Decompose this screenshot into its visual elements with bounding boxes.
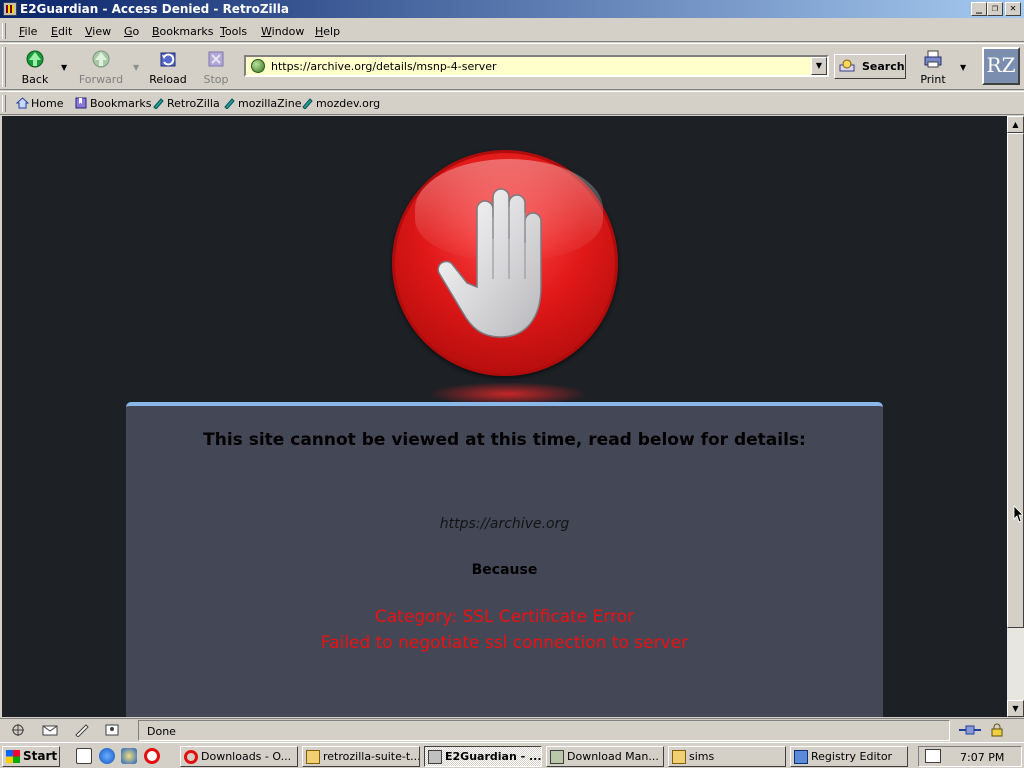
windows-logo-icon <box>6 750 20 763</box>
menu-tools[interactable]: Tools <box>220 25 247 38</box>
folder-icon <box>306 750 320 764</box>
url-input[interactable]: https://archive.org/details/msnp-4-serve… <box>271 60 497 73</box>
stop-circle <box>392 150 618 376</box>
site-security-icon[interactable] <box>251 59 265 73</box>
minimize-button[interactable]: _ <box>971 2 987 16</box>
block-category: Category: SSL Certificate Error <box>374 607 635 627</box>
bookmark-icon <box>224 98 235 109</box>
back-dropdown-icon[interactable]: ▼ <box>61 63 67 72</box>
window-title: E2Guardian - Access Denied - RetroZilla <box>20 2 289 16</box>
forward-arrow-icon <box>92 50 110 68</box>
search-button[interactable]: Search <box>834 54 906 79</box>
bookmark-icon <box>153 98 164 109</box>
menu-go[interactable]: Go <box>124 25 139 38</box>
blocked-url: https://archive.org <box>439 516 570 532</box>
page-content: This site cannot be viewed at this time,… <box>2 116 1007 717</box>
print-dropdown-icon[interactable]: ▼ <box>960 63 966 72</box>
menu-help[interactable]: Help <box>315 25 340 38</box>
task-downloads-opera[interactable]: Downloads - O... <box>180 746 298 767</box>
show-desktop-icon[interactable] <box>76 748 92 764</box>
task-download-manager[interactable]: Download Man... <box>546 746 664 767</box>
printer-icon <box>924 50 942 68</box>
home-icon <box>16 97 29 109</box>
opera-icon <box>184 750 198 764</box>
url-bar[interactable]: https://archive.org/details/msnp-4-serve… <box>244 55 829 77</box>
tray-app-icon[interactable] <box>925 749 941 763</box>
status-text: Done <box>138 720 950 741</box>
composer-icon[interactable] <box>74 723 90 737</box>
navigation-toolbar: Back ▼ Forward ▼ Reload Stop https://arc… <box>0 43 1024 90</box>
stop-hand-icon <box>390 148 626 406</box>
forward-dropdown-icon[interactable]: ▼ <box>133 63 139 72</box>
security-lock-icon[interactable] <box>989 723 1005 737</box>
print-button[interactable]: Print <box>910 48 956 88</box>
mail-icon[interactable] <box>42 723 58 737</box>
close-button[interactable]: ✕ <box>1005 2 1021 16</box>
bookmark-mozdev[interactable]: mozdev.org <box>301 97 380 110</box>
menu-file[interactable]: File <box>19 25 37 38</box>
block-reason: Failed to negotiate ssl connection to se… <box>320 633 689 653</box>
bookmark-home[interactable]: Home <box>16 97 63 110</box>
back-arrow-icon <box>26 50 44 68</box>
download-icon <box>550 750 564 764</box>
app-icon[interactable] <box>3 2 17 16</box>
status-bar: Done <box>0 718 1024 742</box>
bookmark-retrozilla[interactable]: RetroZilla <box>152 97 220 110</box>
task-retrozilla-folder[interactable]: retrozilla-suite-t... <box>302 746 420 767</box>
personal-toolbar: Home Bookmarks RetroZilla mozillaZine mo… <box>0 91 1024 115</box>
clock[interactable]: 7:07 PM <box>960 751 1004 764</box>
regedit-icon <box>794 750 808 764</box>
block-heading: This site cannot be viewed at this time,… <box>203 430 806 450</box>
menu-bar: File Edit View Go Bookmarks Tools Window… <box>0 20 1024 42</box>
bookmark-icon <box>302 98 313 109</box>
retrozilla-icon <box>428 750 442 764</box>
scroll-up-button[interactable]: ▲ <box>1007 116 1024 133</box>
taskbar: Start Downloads - O... retrozilla-suite-… <box>0 742 1024 768</box>
menu-bookmarks[interactable]: Bookmarks <box>152 25 213 38</box>
menu-view[interactable]: View <box>85 25 111 38</box>
internet-explorer-icon[interactable] <box>99 748 115 764</box>
browser-window: E2Guardian - Access Denied - RetroZilla … <box>0 0 1024 742</box>
stop-button[interactable]: Stop <box>193 48 239 88</box>
hand-icon <box>437 188 542 338</box>
start-button[interactable]: Start <box>2 746 60 767</box>
url-dropdown-button[interactable]: ▼ <box>811 57 827 75</box>
mouse-cursor-icon <box>1013 505 1023 523</box>
scroll-down-button[interactable]: ▼ <box>1007 700 1024 717</box>
blocked-message-panel: This site cannot be viewed at this time,… <box>126 402 883 717</box>
online-status-icon[interactable] <box>958 723 982 737</box>
bookmark-mozillazine[interactable]: mozillaZine <box>223 97 301 110</box>
folder-icon <box>672 750 686 764</box>
menu-window[interactable]: Window <box>261 25 304 38</box>
reload-icon <box>160 52 176 67</box>
back-button[interactable]: Back <box>12 48 58 88</box>
because-label: Because <box>471 562 538 578</box>
toolbar-grip[interactable] <box>2 47 6 87</box>
title-bar[interactable]: E2Guardian - Access Denied - RetroZilla … <box>0 0 1024 18</box>
navigator-icon[interactable] <box>10 723 26 737</box>
network-icon[interactable] <box>121 748 137 764</box>
task-sims-folder[interactable]: sims <box>668 746 786 767</box>
system-tray: 7:07 PM <box>918 746 1022 767</box>
reload-button[interactable]: Reload <box>145 48 191 88</box>
opera-icon[interactable] <box>144 748 160 764</box>
forward-button[interactable]: Forward <box>78 48 124 88</box>
scroll-thumb[interactable] <box>1007 133 1024 628</box>
retrozilla-logo[interactable]: RZ <box>982 47 1020 85</box>
bookmarks-icon <box>75 97 87 109</box>
vertical-scrollbar[interactable]: ▲ ▼ <box>1007 116 1024 717</box>
task-registry-editor[interactable]: Registry Editor <box>790 746 908 767</box>
task-e2guardian[interactable]: E2Guardian - ... <box>424 746 542 767</box>
menu-edit[interactable]: Edit <box>51 25 72 38</box>
stop-icon <box>208 51 224 67</box>
search-icon <box>839 59 855 72</box>
address-book-icon[interactable] <box>104 723 120 737</box>
toolbar-grip[interactable] <box>2 23 6 39</box>
bookmarks-menu[interactable]: Bookmarks <box>75 97 151 110</box>
restore-button[interactable]: ❐ <box>987 2 1003 16</box>
toolbar-grip[interactable] <box>2 95 6 112</box>
